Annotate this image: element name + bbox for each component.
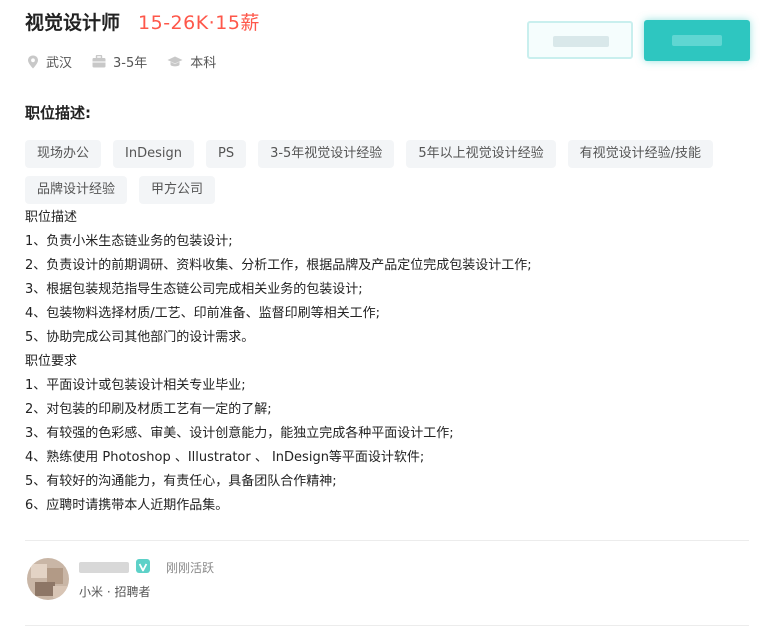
meta-experience: 3-5年 [92,52,147,71]
section-title: 职位描述: [25,104,91,122]
description-line: 6、应聘时请携带本人近期作品集。 [25,498,229,513]
skill-tag: 甲方公司 [139,176,216,204]
chat-button-label-blurred [672,35,722,46]
description-line: 3、有较强的色彩感、审美、设计创意能力，能独立完成各种平面设计工作; [25,426,454,441]
briefcase-icon [92,55,106,68]
chat-button[interactable] [644,20,750,61]
location-pin-icon [28,55,38,68]
recruiter-name-blurred[interactable] [79,562,129,573]
interest-button[interactable] [527,21,633,59]
salary: 15-26K·15薪 [138,12,260,34]
verified-badge-icon [136,559,150,573]
skill-tag: 5年以上视觉设计经验 [406,140,556,168]
skill-tag: 现场办公 [25,140,102,168]
job-detail-page: 视觉设计师 15-26K·15薪 武汉 3-5年 本科 职位描述: 现场办公 I… [0,0,769,629]
job-meta: 武汉 3-5年 本科 [27,52,236,71]
divider [25,540,749,541]
job-title: 视觉设计师 [25,12,121,34]
description-line: 2、负责设计的前期调研、资料收集、分析工作，根据品牌及产品定位完成包装设计工作; [25,258,532,273]
graduation-cap-icon [167,56,183,66]
description-line: 5、有较好的沟通能力，有责任心，具备团队合作精神; [25,474,337,489]
description-line: 2、对包装的印刷及材质工艺有一定的了解; [25,402,272,417]
description-line: 职位描述 [25,210,78,225]
description-line: 1、平面设计或包装设计相关专业毕业; [25,378,246,393]
location-text: 武汉 [46,56,73,71]
meta-education: 本科 [167,52,216,71]
description-line: 1、负责小米生态链业务的包装设计; [25,234,233,249]
recruiter-avatar[interactable] [27,558,69,600]
description-line: 3、根据包装规范指导生态链公司完成相关业务的包装设计; [25,282,363,297]
description-line: 4、熟练使用 Photoshop 、Illustrator 、 InDesign… [25,450,425,465]
skill-tag: PS [205,140,247,168]
interest-button-label-blurred [553,36,609,47]
description-line: 4、包装物料选择材质/工艺、印前准备、监督印刷等相关工作; [25,306,381,321]
recruiter-active-status: 刚刚活跃 [166,561,215,575]
skill-tag: InDesign [113,140,194,168]
skill-tag: 3-5年视觉设计经验 [258,140,395,168]
recruiter-company-role: 小米 · 招聘者 [79,585,151,599]
education-text: 本科 [190,56,217,71]
skill-tag: 品牌设计经验 [25,176,128,204]
job-description: 职位描述 1、负责小米生态链业务的包装设计; 2、负责设计的前期调研、资料收集、… [25,206,532,518]
description-line: 职位要求 [25,354,78,369]
meta-location: 武汉 [27,52,72,71]
skill-tags: 现场办公 InDesign PS 3-5年视觉设计经验 5年以上视觉设计经验 有… [25,140,725,212]
divider [25,625,749,626]
skill-tag: 有视觉设计经验/技能 [567,140,713,168]
description-line: 5、协助完成公司其他部门的设计需求。 [25,330,255,345]
experience-text: 3-5年 [113,56,148,71]
job-header: 视觉设计师 15-26K·15薪 [25,8,260,35]
